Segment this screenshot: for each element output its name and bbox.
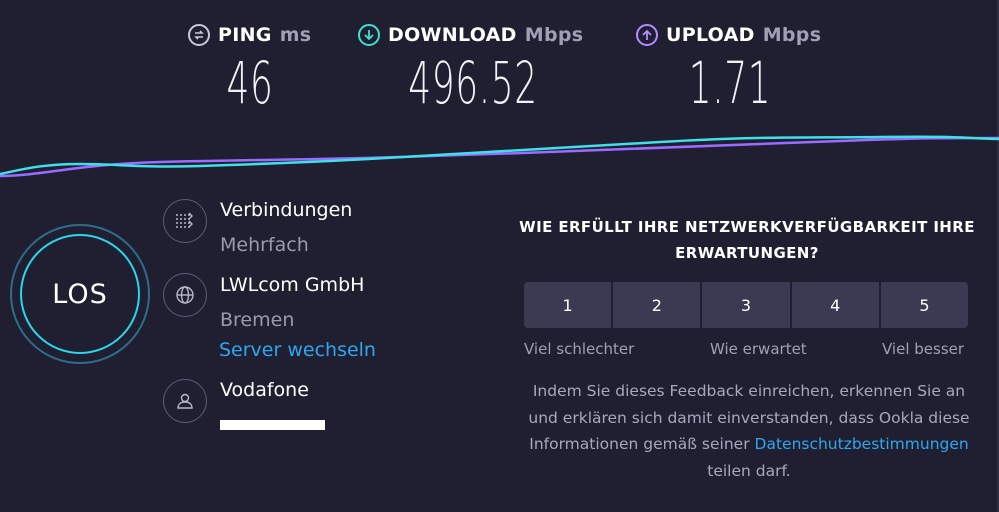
scale-low-label: Viel schlechter <box>524 340 635 358</box>
server-location: Bremen <box>220 309 295 331</box>
server-name: LWLcom GmbH <box>220 274 365 296</box>
change-server-link[interactable]: Server wechseln <box>219 339 376 361</box>
rating-button-4[interactable]: 4 <box>791 282 879 328</box>
upload-unit: Mbps <box>762 24 822 46</box>
upload-value: 1.71 <box>688 49 772 117</box>
upload-graph-line <box>0 136 999 178</box>
provider-name: Vodafone <box>220 379 309 401</box>
globe-icon <box>163 273 207 317</box>
scale-mid-label: Wie erwartet <box>710 340 807 358</box>
ping-unit: ms <box>279 24 312 46</box>
rating-button-1[interactable]: 1 <box>524 282 612 328</box>
consent-tail: teilen darf. <box>707 461 791 480</box>
connections-label: Verbindungen <box>220 199 353 221</box>
ping-value: 46 <box>226 49 274 117</box>
upload-label: UPLOAD <box>666 24 755 46</box>
download-graph-line <box>0 135 999 176</box>
download-metric: DOWNLOAD Mbps 496.52 <box>358 22 588 118</box>
connections-value: Mehrfach <box>220 234 309 256</box>
connections-icon <box>163 199 207 243</box>
ping-icon <box>188 24 210 46</box>
user-icon <box>163 379 207 423</box>
download-unit: Mbps <box>524 24 584 46</box>
download-arrow-icon <box>358 24 380 46</box>
consent-notice: Indem Sie dieses Feedback einreichen, er… <box>516 378 982 484</box>
download-label: DOWNLOAD <box>388 24 517 46</box>
privacy-policy-link[interactable]: Datenschutzbestimmungen <box>755 435 969 453</box>
redacted-ip-address <box>220 420 325 430</box>
speed-graph <box>0 135 999 178</box>
rating-button-2[interactable]: 2 <box>613 282 701 328</box>
upload-metric: UPLOAD Mbps 1.71 <box>636 22 824 118</box>
upload-arrow-icon <box>636 24 658 46</box>
download-value: 496.52 <box>408 49 538 117</box>
rating-button-3[interactable]: 3 <box>702 282 790 328</box>
ping-label: PING <box>218 24 272 46</box>
feedback-question: WIE ERFÜLLT IHRE NETZWERKVERFÜGBARKEIT I… <box>519 218 975 262</box>
rating-scale: 1 2 3 4 5 <box>524 282 969 328</box>
rating-button-5[interactable]: 5 <box>880 282 969 328</box>
start-test-button[interactable]: LOS <box>20 234 140 354</box>
scale-high-label: Viel besser <box>882 340 965 358</box>
ping-metric: PING ms 46 <box>188 22 312 118</box>
